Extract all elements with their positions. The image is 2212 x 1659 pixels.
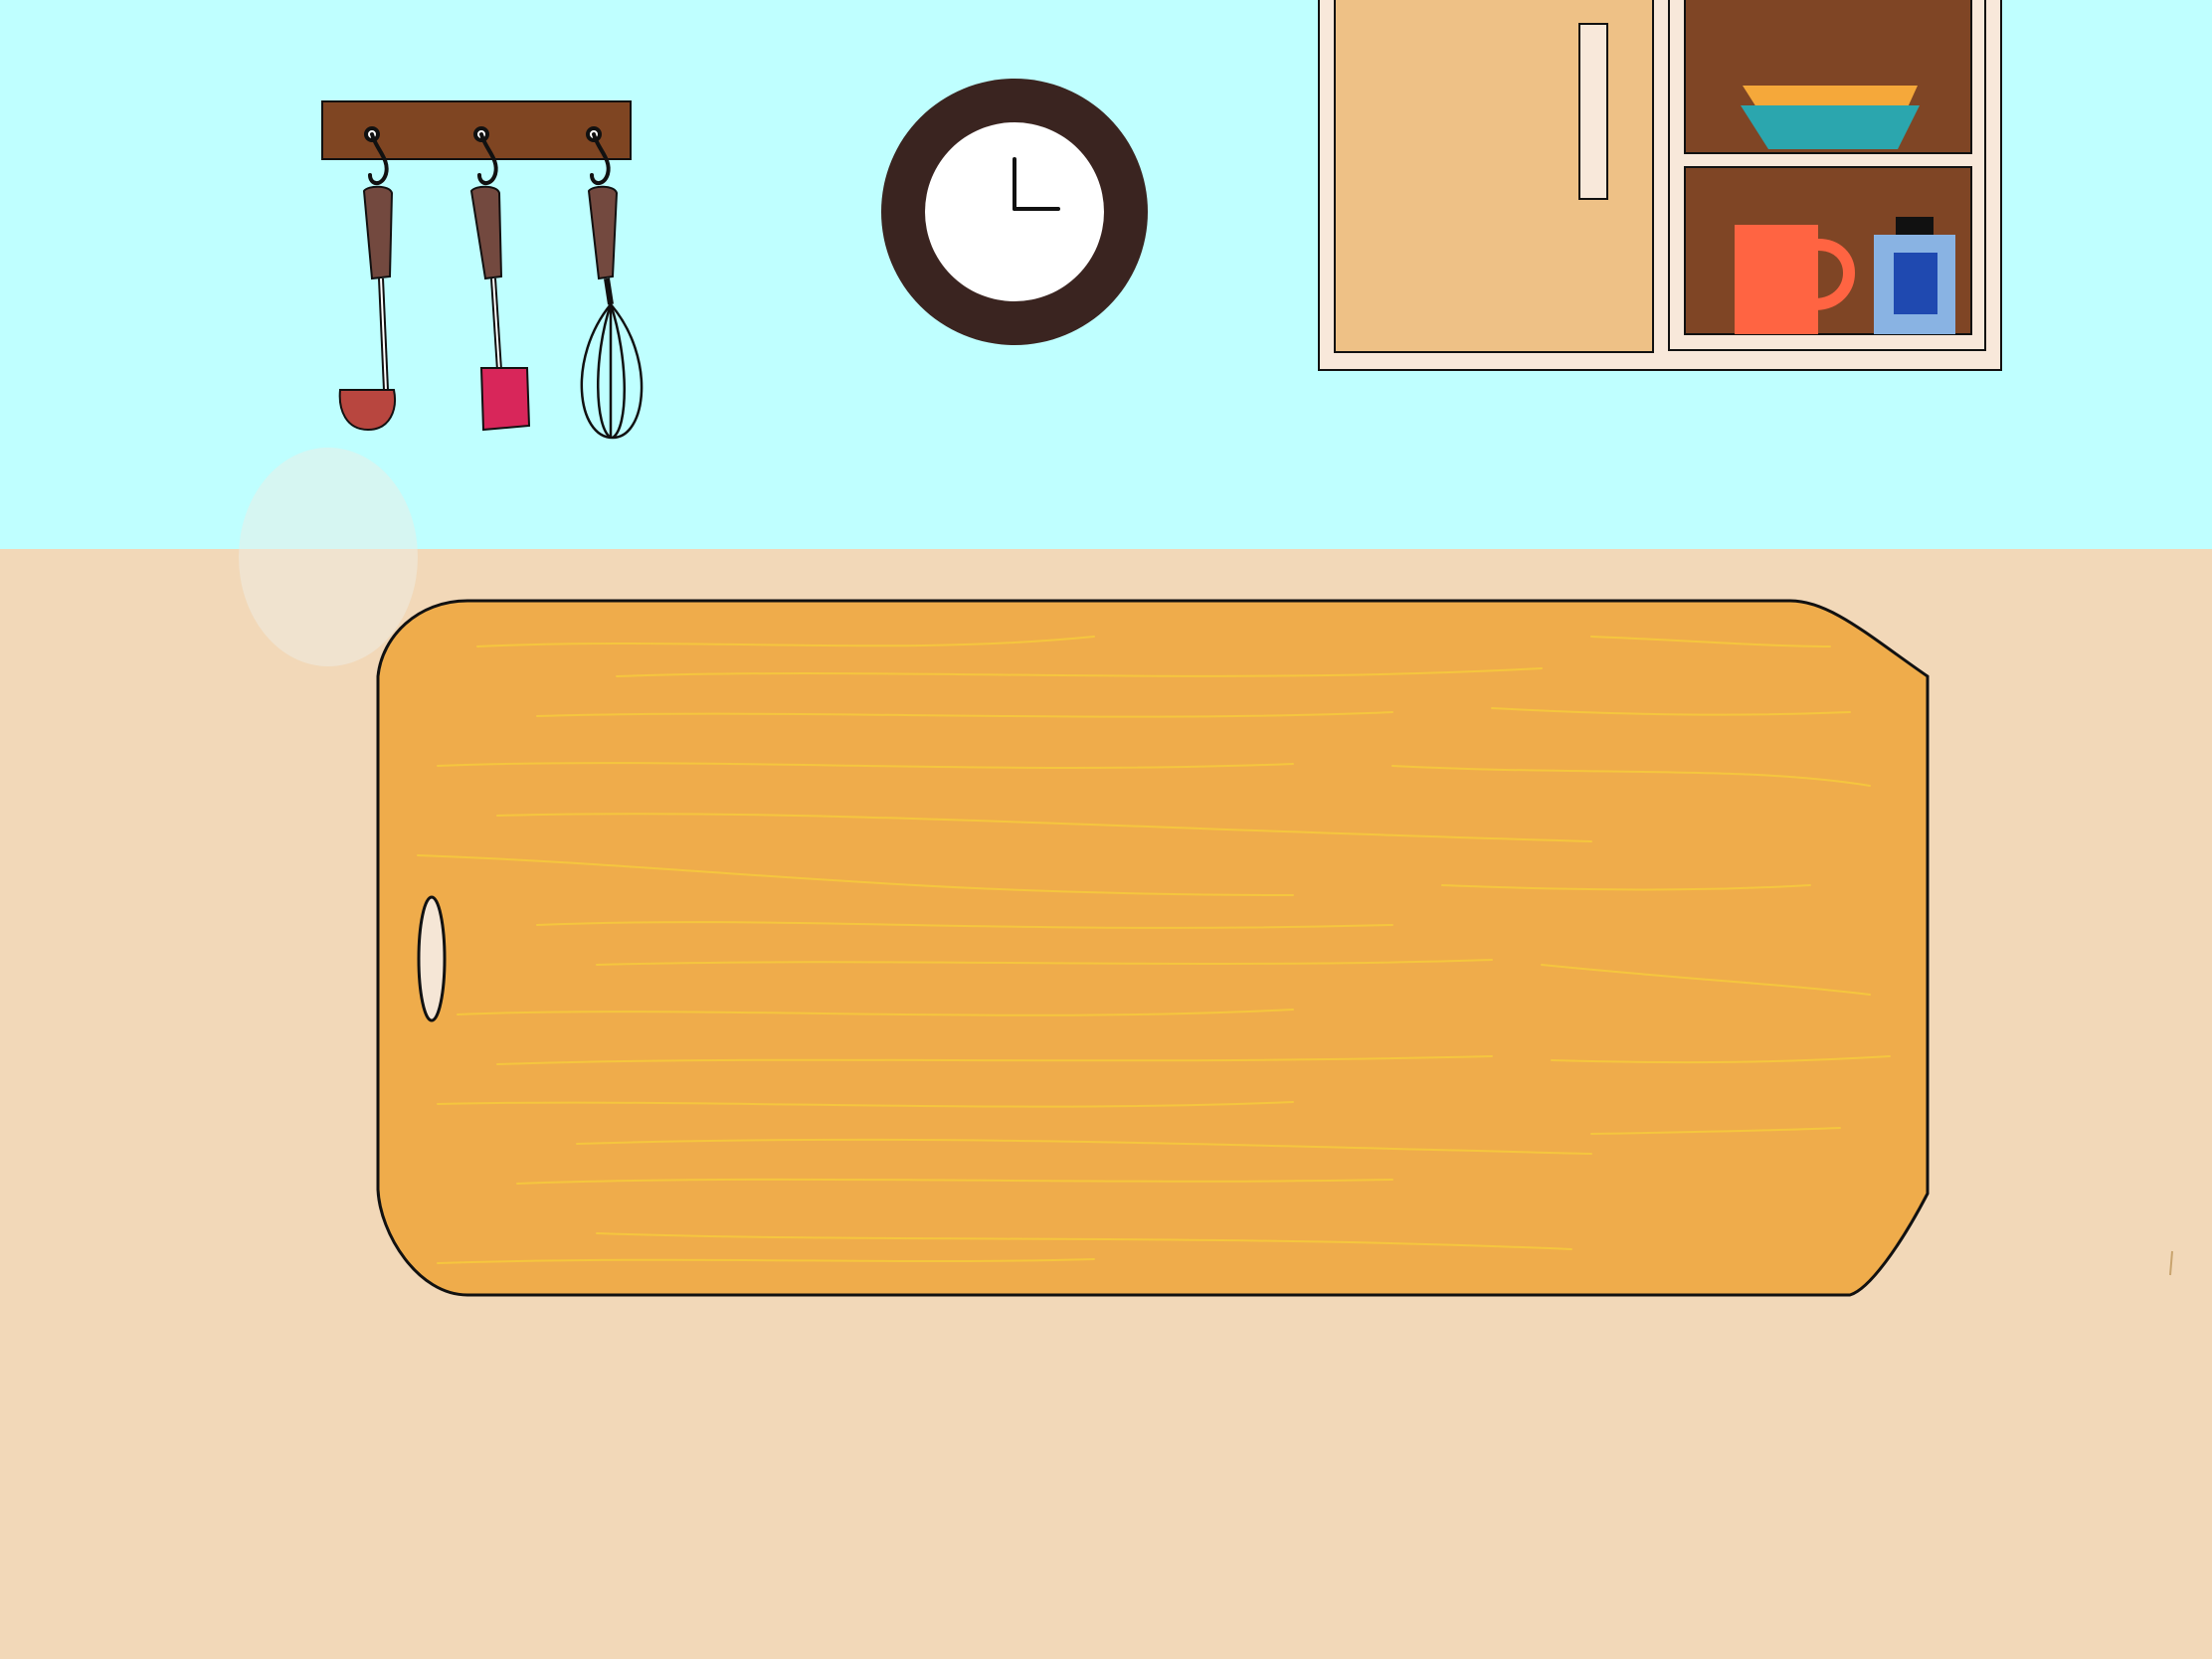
bowls-icon bbox=[1741, 86, 1920, 149]
cutting-board-icon bbox=[376, 599, 1930, 1297]
cutting-board bbox=[376, 599, 1930, 1297]
board-handle-hole bbox=[417, 895, 447, 1022]
cabinet-handle bbox=[1578, 23, 1608, 200]
kitchen-illustration bbox=[0, 0, 2212, 1659]
kitchen-scene bbox=[0, 0, 2212, 1659]
wall-clock-icon bbox=[881, 79, 1148, 345]
cabinet-icon bbox=[1318, 0, 2002, 371]
